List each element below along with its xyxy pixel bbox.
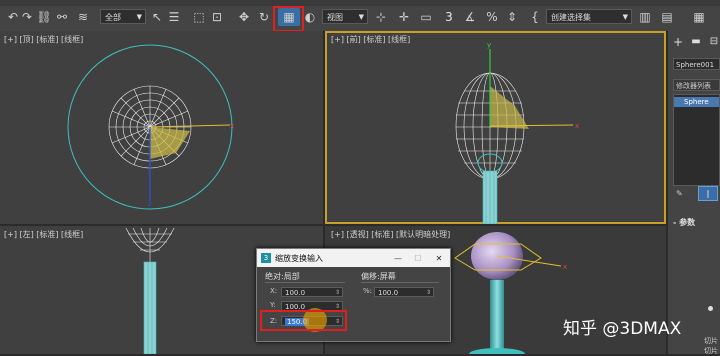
dialog-titlebar[interactable]: 3 缩放变换输入 — ☐ ✕	[257, 249, 450, 267]
named-selection-placeholder: 创建选择集	[551, 13, 591, 22]
x-scale-spinner[interactable]: 100.0 ⇕	[281, 287, 343, 297]
main-toolbar: ↶ ↷ ⛓ ⚯ ≋ 全部 ▼ ↖ ☰ ⬚ ⊡ ✥ ↻ ▦ ◐ 视图 ▼ ⊹ ✛ ▭ …	[0, 0, 720, 32]
rect-selection-icon[interactable]: ⬚	[192, 8, 206, 26]
object-name-field[interactable]: Sphere001	[673, 58, 720, 70]
axis-x-label: x	[575, 122, 579, 130]
axis-x-label: x	[563, 263, 567, 271]
select-manipulate-icon[interactable]: ✛	[396, 8, 412, 26]
snaps-toggle-icon[interactable]: 3	[440, 8, 458, 26]
x-scale-value: 100.0	[285, 289, 306, 297]
axis-y-label: y	[487, 41, 491, 49]
pin-stack-icon[interactable]: ✎	[676, 189, 683, 198]
minimize-button[interactable]: —	[388, 254, 408, 263]
select-object-icon[interactable]: ↖	[150, 8, 164, 26]
link-icon[interactable]: ⛓	[36, 8, 52, 26]
pivot-center-icon[interactable]: ⊹	[372, 8, 390, 26]
slice-on-label: 切片	[704, 337, 718, 345]
percent-label: %:	[363, 287, 373, 295]
move-icon[interactable]: ✥	[236, 8, 252, 26]
chevron-down-icon: ▼	[622, 13, 628, 21]
scale-highlight-box	[273, 6, 304, 32]
dialog-title: 缩放变换输入	[275, 253, 323, 263]
selection-filter-dropdown[interactable]: 全部 ▼	[100, 9, 146, 24]
named-selection-dropdown[interactable]: 创建选择集 ▼	[546, 9, 632, 24]
y-label: Y:	[270, 301, 276, 309]
close-button[interactable]: ✕	[428, 254, 450, 263]
z-field-highlight-box	[260, 310, 347, 331]
reference-coordinate-dropdown[interactable]: 视图 ▼	[322, 9, 368, 24]
spinner-arrows-icon[interactable]: ⇕	[335, 288, 340, 298]
radio-button[interactable]	[708, 306, 713, 311]
place-icon[interactable]: ◐	[302, 8, 318, 26]
angle-snap-icon[interactable]: ∡	[462, 8, 478, 26]
rotate-icon[interactable]: ↻	[256, 8, 272, 26]
divider	[265, 282, 345, 283]
percent-snap-icon[interactable]: %	[484, 8, 500, 26]
scale-transform-type-in-dialog: 3 缩放变换输入 — ☐ ✕ 绝对:局部 偏移:屏幕 X: 100.0 ⇕ Y: …	[256, 248, 451, 342]
select-by-name-icon[interactable]: ☰	[167, 8, 181, 26]
command-panel: + ▬ ⊟ Sphere001 修改器列表 Sphere ✎ | - 参数 切片…	[668, 31, 720, 355]
bind-spacewarp-icon[interactable]: ≋	[74, 8, 92, 26]
selection-filter-value: 全部	[105, 13, 121, 22]
rollout-params-label: 参数	[679, 218, 696, 227]
layer-manager-icon[interactable]: ▦	[686, 8, 712, 26]
spinner-arrows-icon[interactable]: ⇕	[426, 288, 431, 298]
chevron-down-icon: ▼	[358, 13, 364, 21]
hierarchy-tab-icon[interactable]: ⊟	[707, 35, 720, 49]
keyboard-shortcut-icon[interactable]: ▭	[418, 8, 434, 26]
offset-percent-spinner[interactable]: 100.0 ⇕	[374, 287, 434, 297]
watermark: 知乎 @3DMAX	[563, 319, 682, 339]
slice-from-label: 切片	[704, 347, 718, 355]
rollout-params-header[interactable]: - 参数	[673, 217, 695, 228]
named-selection-icon[interactable]: {	[528, 8, 542, 26]
window-crossing-icon[interactable]: ⊡	[210, 8, 224, 26]
modifier-stack: Sphere	[673, 94, 720, 186]
undo-icon[interactable]: ↶	[6, 8, 20, 26]
stack-item-sphere[interactable]: Sphere	[674, 97, 719, 107]
x-label: X:	[270, 287, 278, 295]
menu-strip	[0, 0, 720, 6]
spinner-snap-icon[interactable]: ⇕	[504, 8, 520, 26]
command-panel-tabs: + ▬ ⊟	[671, 35, 720, 49]
viewport-top[interactable]: [+] [顶] [标准] [线框] x z	[0, 31, 323, 224]
create-tab-icon[interactable]: +	[671, 35, 685, 49]
mirror-icon[interactable]: ▥	[638, 8, 652, 26]
align-icon[interactable]: ▤	[660, 8, 674, 26]
top-view-geometry: x z	[67, 44, 234, 210]
axis-x-label: x	[230, 122, 234, 130]
offset-percent-value: 100.0	[378, 289, 399, 297]
chevron-down-icon: ▼	[136, 13, 142, 21]
redo-icon[interactable]: ↷	[20, 8, 34, 26]
show-end-result-icon[interactable]: |	[698, 186, 718, 201]
dialog-body: 绝对:局部 偏移:屏幕 X: 100.0 ⇕ Y: 100.0 ⇕ Z: 150.0…	[257, 267, 450, 341]
offset-group-label: 偏移:屏幕	[361, 272, 396, 281]
viewport-front[interactable]: [+] [前] [标准] [线框] x y	[325, 31, 666, 224]
absolute-group-label: 绝对:局部	[265, 272, 300, 281]
ref-coord-value: 视图	[327, 13, 343, 22]
modifier-list-dropdown[interactable]: 修改器列表	[673, 79, 720, 91]
front-view-geometry: x y	[455, 41, 579, 224]
modify-tab-icon[interactable]: ▬	[689, 35, 703, 49]
axis-z-label: z	[148, 200, 152, 208]
maximize-button[interactable]: ☐	[408, 254, 428, 263]
unlink-icon[interactable]: ⚯	[54, 8, 70, 26]
app-icon: 3	[261, 253, 271, 263]
divider	[361, 282, 439, 283]
